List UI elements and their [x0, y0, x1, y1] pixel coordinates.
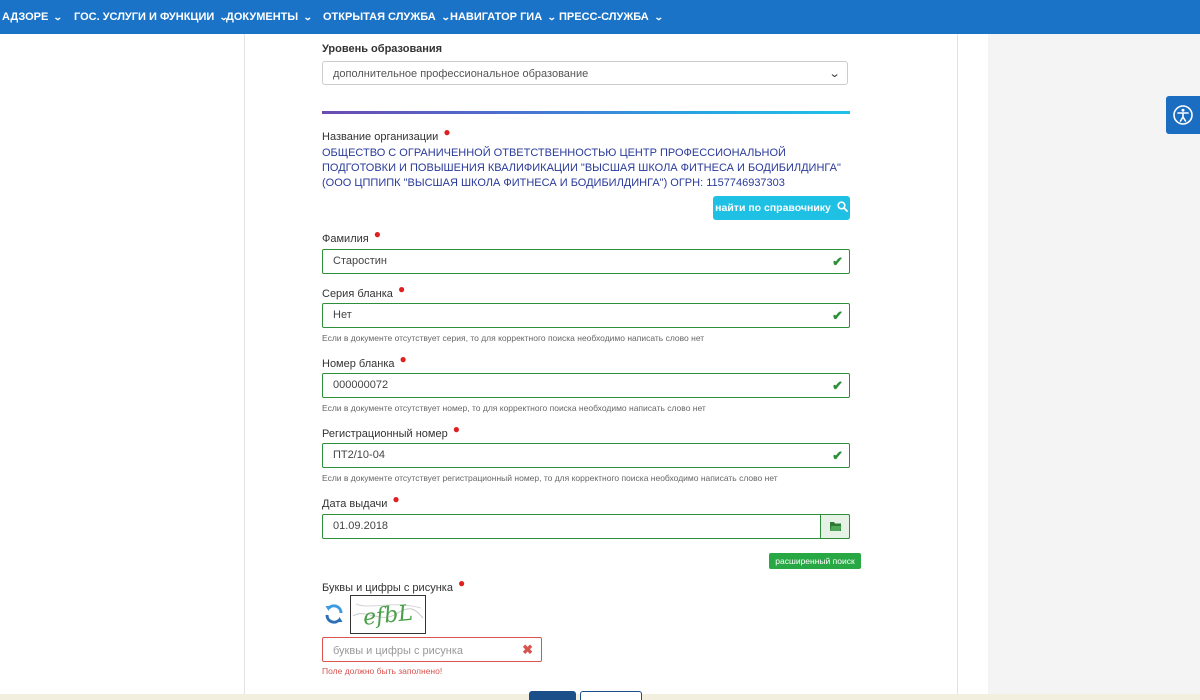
issue-date-label: Дата выдачи ●	[322, 492, 400, 510]
calendar-icon	[830, 522, 842, 531]
required-marker: ●	[443, 125, 451, 139]
captcha-image: efbL	[350, 595, 426, 634]
organization-name: ОБЩЕСТВО С ОГРАНИЧЕННОЙ ОТВЕТСТВЕННОСТЬЮ…	[322, 147, 841, 189]
refresh-icon	[325, 604, 343, 624]
calendar-button[interactable]	[820, 514, 850, 539]
captcha-error-message: Поле должно быть заполнено!	[322, 666, 443, 676]
chevron-down-icon: ⌄	[828, 68, 841, 80]
chevron-down-icon: ⌄	[53, 12, 63, 22]
nav-item-documents[interactable]: ДОКУМЕНТЫ ⌄	[226, 0, 313, 34]
nav-item-open-service[interactable]: ОТКРЫТАЯ СЛУЖБА ⌄	[323, 0, 451, 34]
number-hint: Если в документе отсутствует номер, то д…	[322, 403, 706, 413]
find-in-directory-button[interactable]: найти по справочнику	[713, 196, 850, 220]
chevron-down-icon: ⌄	[547, 12, 557, 22]
refresh-captcha-button[interactable]	[322, 602, 346, 626]
accessibility-icon	[1173, 105, 1193, 125]
required-marker: ●	[397, 282, 406, 296]
chevron-down-icon: ⌄	[303, 12, 313, 22]
required-marker: ●	[392, 492, 400, 506]
nav-item-gov-services[interactable]: ГОС. УСЛУГИ И ФУНКЦИИ ⌄	[74, 0, 229, 34]
required-marker: ●	[457, 576, 466, 590]
reg-number-hint: Если в документе отсутствует регистрацио…	[322, 473, 778, 483]
number-field[interactable]: 000000072 ✔	[322, 373, 850, 398]
captcha-text: efbL	[362, 601, 414, 631]
issue-date-field[interactable]: 01.09.2018	[322, 514, 850, 539]
reg-number-field[interactable]: ПТ2/10-04 ✔	[322, 443, 850, 468]
series-hint: Если в документе отсутствует серия, то д…	[322, 333, 705, 343]
series-field[interactable]: Нет ✔	[322, 303, 850, 328]
nav-item-gia-navigator[interactable]: НАВИГАТОР ГИА ⌄	[450, 0, 557, 34]
organization-label: Название организации ●	[322, 125, 451, 143]
chevron-down-icon: ⌄	[440, 12, 451, 22]
search-icon	[837, 201, 848, 212]
surname-field[interactable]: Старостин ✔	[322, 249, 850, 274]
captcha-label: Буквы и цифры с рисунка ●	[322, 576, 466, 594]
education-level-select[interactable]: дополнительное профессиональное образова…	[322, 61, 848, 85]
check-icon: ✔	[832, 308, 843, 323]
error-icon: ✖	[522, 642, 533, 657]
chevron-down-icon: ⌄	[653, 12, 664, 22]
check-icon: ✔	[832, 448, 843, 463]
nav-item-nadzor[interactable]: АДЗОРЕ ⌄	[2, 0, 63, 34]
series-label: Серия бланка ●	[322, 282, 406, 300]
reg-number-label: Регистрационный номер ●	[322, 422, 460, 440]
section-divider	[322, 111, 850, 114]
number-label: Номер бланка ●	[322, 352, 407, 370]
reset-button[interactable]	[580, 691, 642, 700]
advanced-search-button[interactable]: расширенный поиск	[769, 553, 861, 569]
required-marker: ●	[399, 352, 407, 366]
search-submit-button[interactable]	[529, 691, 576, 700]
required-marker: ●	[373, 227, 381, 241]
required-marker: ●	[452, 422, 460, 436]
check-icon: ✔	[832, 254, 843, 269]
top-navigation-bar: АДЗОРЕ ⌄ ГОС. УСЛУГИ И ФУНКЦИИ ⌄ ДОКУМЕНТЫ…	[0, 0, 1200, 34]
surname-label: Фамилия ●	[322, 227, 381, 245]
check-icon: ✔	[832, 378, 843, 393]
accessibility-button[interactable]	[1166, 96, 1200, 134]
nav-item-press[interactable]: ПРЕСС-СЛУЖБА ⌄	[559, 0, 664, 34]
captcha-input[interactable]	[323, 638, 525, 663]
education-level-label: Уровень образования	[322, 43, 443, 55]
captcha-input-field[interactable]: ✖	[322, 637, 542, 663]
